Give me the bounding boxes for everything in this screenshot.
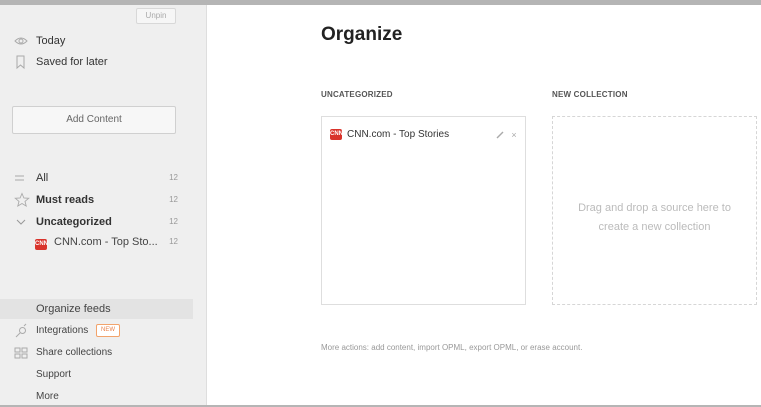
- organize-feeds-label: Organize feeds: [36, 303, 111, 315]
- support-label: Support: [36, 369, 72, 380]
- cnn-source-icon: CNN: [330, 129, 343, 140]
- eye-icon: [14, 32, 28, 50]
- dropzone-hint-line-1: Drag and drop a source here to: [578, 202, 731, 214]
- source-cnn[interactable]: CNN CNN.com - Top Stories ×: [330, 127, 518, 143]
- integrations-item[interactable]: Integrations NEW: [14, 322, 194, 340]
- integrations-label: Integrations: [36, 325, 89, 336]
- pencil-icon[interactable]: [495, 127, 505, 143]
- feed-all[interactable]: All 12: [14, 169, 178, 187]
- feed-cnn-count: 12: [169, 237, 178, 246]
- feed-uncategorized-count: 12: [169, 217, 178, 226]
- feed-all-label: All: [36, 172, 49, 184]
- more-label: More: [36, 391, 59, 402]
- share-collections-label: Share collections: [36, 347, 113, 358]
- feed-must-reads-label: Must reads: [36, 194, 95, 206]
- new-collection-header: NEW COLLECTION: [552, 90, 628, 99]
- feed-cnn[interactable]: CNN CNN.com - Top Sto... 12: [14, 233, 178, 251]
- feed-uncategorized-label: Uncategorized: [36, 216, 112, 228]
- dropzone-hint-line-2: create a new collection: [598, 221, 711, 233]
- organize-feeds-item[interactable]: Organize feeds: [0, 299, 193, 319]
- nav-saved-label: Saved for later: [36, 56, 108, 68]
- support-item[interactable]: Support: [14, 366, 194, 384]
- source-cnn-label: CNN.com - Top Stories: [347, 129, 450, 140]
- share-collections-item[interactable]: Share collections: [14, 344, 194, 362]
- dropzone-hint: Drag and drop a source here to create a …: [553, 199, 756, 237]
- feed-uncategorized[interactable]: Uncategorized 12: [14, 213, 178, 231]
- bookmark-icon: [14, 53, 28, 71]
- nav-today-label: Today: [36, 35, 66, 47]
- sidebar: Unpin Today Saved for later Add Content …: [0, 5, 207, 405]
- unpin-button[interactable]: Unpin: [136, 8, 176, 24]
- chevron-down-icon[interactable]: [14, 213, 28, 231]
- new-collection-dropzone[interactable]: Drag and drop a source here to create a …: [552, 116, 757, 305]
- feed-cnn-label: CNN.com - Top Sto...: [54, 236, 158, 248]
- feed-all-count: 12: [169, 173, 178, 182]
- uncategorized-header: UNCATEGORIZED: [321, 90, 393, 99]
- feed-must-reads-count: 12: [169, 195, 178, 204]
- share-grid-icon: [14, 344, 28, 362]
- uncategorized-collection[interactable]: CNN CNN.com - Top Stories ×: [321, 116, 526, 305]
- more-actions-text: More actions: add content, import OPML, …: [321, 343, 583, 352]
- cnn-feed-icon: CNN: [35, 233, 49, 251]
- star-icon: [14, 191, 30, 209]
- plug-icon: [14, 322, 28, 340]
- cnn-badge: CNN: [35, 239, 48, 250]
- list-icon: [14, 169, 28, 187]
- more-item[interactable]: More: [14, 388, 194, 406]
- remove-source-icon[interactable]: ×: [509, 127, 519, 143]
- feed-must-reads[interactable]: Must reads 12: [14, 191, 178, 209]
- add-content-button[interactable]: Add Content: [12, 106, 176, 134]
- new-badge: NEW: [96, 324, 120, 337]
- page-title: Organize: [321, 24, 403, 45]
